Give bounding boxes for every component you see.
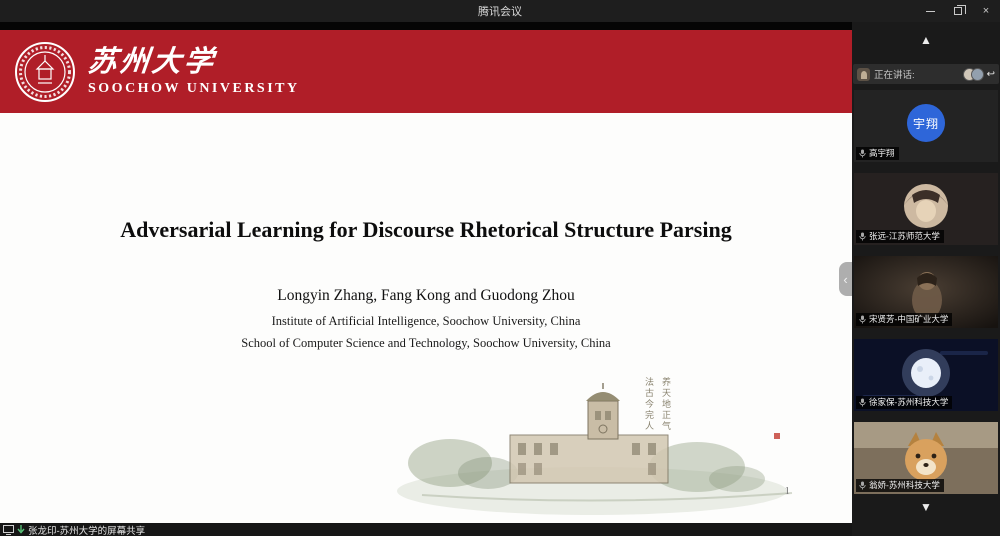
restore-button[interactable] xyxy=(944,0,972,22)
participant-name-tag: 徐家保-苏州科技大学 xyxy=(856,396,952,409)
university-name-chinese: 苏州大学 xyxy=(86,46,301,78)
participant-tile-2[interactable]: 张远-江苏师范大学 xyxy=(854,173,998,245)
speaking-indicator-bar[interactable]: 正在讲话: ↩ xyxy=(853,64,999,84)
participants-sidebar: ▲ 正在讲话: ↩ 宇翔 xyxy=(852,22,1000,536)
slide-authors: Longyin Zhang, Fang Kong and Guodong Zho… xyxy=(0,287,852,305)
speaking-label: 正在讲话: xyxy=(874,67,915,81)
sidebar-collapse-tab[interactable]: ‹ xyxy=(839,262,852,296)
window-controls: × xyxy=(916,0,1000,22)
slide-affiliation-2: School of Computer Science and Technolog… xyxy=(0,336,852,351)
slide-page-number: 1 xyxy=(785,485,791,497)
titlebar: 腾讯会议 × xyxy=(0,0,1000,22)
microphone-icon xyxy=(859,149,866,158)
microphone-icon xyxy=(859,481,866,490)
speaker-avatar xyxy=(857,68,870,81)
reply-arrow-icon: ↩ xyxy=(987,69,995,80)
meeting-window: 腾讯会议 × xyxy=(0,0,1000,536)
slide: 苏州大学 SOOCHOW UNIVERSITY Adversarial Lear… xyxy=(0,22,852,523)
participant-tile-1[interactable]: 宇翔 高宇翔 xyxy=(854,90,998,162)
university-banner: 苏州大学 SOOCHOW UNIVERSITY xyxy=(0,30,852,113)
microphone-icon xyxy=(859,315,866,324)
scroll-down-button[interactable]: ▼ xyxy=(920,501,932,513)
participant-name-tag: 宋贤芳-中国矿业大学 xyxy=(856,313,952,326)
motto-line-2: 法古今完人 xyxy=(642,377,655,432)
participant-name: 宋贤芳-中国矿业大学 xyxy=(869,315,948,324)
microphone-icon xyxy=(859,398,866,407)
university-seal-icon xyxy=(14,41,76,103)
close-icon: × xyxy=(983,5,989,17)
participant-name: 徐家保-苏州科技大学 xyxy=(869,398,948,407)
arrow-up-icon: ▲ xyxy=(920,33,932,47)
participant-name-tag: 张远-江苏师范大学 xyxy=(856,230,944,243)
watercolor-painting: 法古今完人 养天地正气 xyxy=(392,375,824,521)
participant-name: 张远-江苏师范大学 xyxy=(869,232,940,241)
participant-name: 翁娇-苏州科技大学 xyxy=(869,481,940,490)
slide-title: Adversarial Learning for Discourse Rheto… xyxy=(0,113,852,243)
scroll-up-button[interactable]: ▲ xyxy=(920,34,932,46)
microphone-icon xyxy=(859,232,866,241)
window-title: 腾讯会议 xyxy=(478,3,522,19)
screen-share-icon xyxy=(3,525,14,535)
chevron-left-icon: ‹ xyxy=(843,272,847,287)
slide-body: Adversarial Learning for Discourse Rheto… xyxy=(0,113,852,523)
participant-name: 高宇翔 xyxy=(869,149,895,158)
minimize-button[interactable] xyxy=(916,0,944,22)
download-arrow-icon xyxy=(17,525,25,534)
speaking-avatars xyxy=(963,68,984,81)
participant-tile-5[interactable]: 翁娇-苏州科技大学 xyxy=(854,422,998,494)
participant-tile-3[interactable]: 宋贤芳-中国矿业大学 xyxy=(854,256,998,328)
speaker-mini-avatar-2 xyxy=(971,68,984,81)
red-seal-mark xyxy=(774,433,780,439)
shared-screen-stage: 苏州大学 SOOCHOW UNIVERSITY Adversarial Lear… xyxy=(0,22,852,536)
participant-tile-4[interactable]: 徐家保-苏州科技大学 xyxy=(854,339,998,411)
arrow-down-icon: ▼ xyxy=(920,500,932,514)
minimize-icon xyxy=(926,11,935,12)
restore-icon xyxy=(954,7,962,15)
participant-thumbnails: 宇翔 高宇翔 xyxy=(854,90,998,494)
main-area: 苏州大学 SOOCHOW UNIVERSITY Adversarial Lear… xyxy=(0,22,1000,536)
participant-name-tag: 高宇翔 xyxy=(856,147,899,160)
university-name-block: 苏州大学 SOOCHOW UNIVERSITY xyxy=(88,46,300,97)
share-label: 张龙印-苏州大学的屏幕共享 xyxy=(28,523,145,536)
participant-name-tag: 翁娇-苏州科技大学 xyxy=(856,479,944,492)
motto-line-1: 养天地正气 xyxy=(659,377,672,432)
slide-affiliation-1: Institute of Artificial Intelligence, So… xyxy=(0,314,852,329)
university-name-english: SOOCHOW UNIVERSITY xyxy=(88,81,300,97)
university-motto: 法古今完人 养天地正气 xyxy=(642,377,776,432)
close-button[interactable]: × xyxy=(972,0,1000,22)
avatar-initials: 宇翔 xyxy=(907,104,945,142)
screen-share-status-bar: 张龙印-苏州大学的屏幕共享 xyxy=(0,523,852,536)
